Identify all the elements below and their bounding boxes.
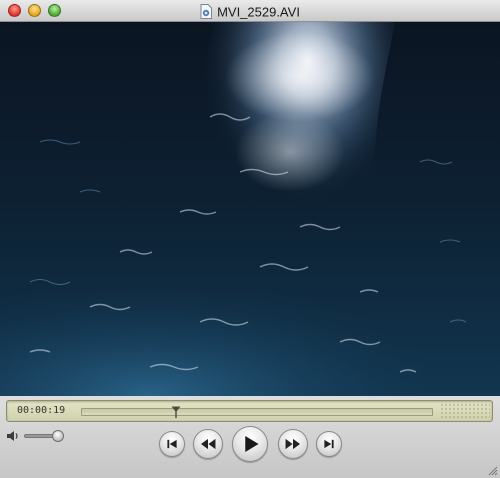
scrubber-track[interactable] [81,408,433,416]
window-title-area: MVI_2529.AVI [0,3,500,20]
rewind-button[interactable] [193,429,223,459]
controller-bar: 00:00:19 [0,396,500,478]
fast-forward-icon [285,438,300,450]
video-frame[interactable] [0,22,500,396]
title-bar[interactable]: MVI_2529.AVI [0,0,500,22]
playhead-marker[interactable] [171,406,181,418]
timecode-display: 00:00:19 [17,405,66,416]
skip-to-start-button[interactable] [159,431,185,457]
ocean-water-image [0,22,500,396]
movie-file-icon [200,4,213,20]
rewind-icon [201,438,216,450]
skip-to-end-button[interactable] [316,431,342,457]
play-button[interactable] [232,426,268,462]
skip-to-end-icon [324,439,334,449]
volume-icon[interactable] [6,430,20,442]
time-display-panel: 00:00:19 [6,400,493,422]
resize-grip-icon[interactable] [486,464,498,476]
lcd-texture [440,403,490,419]
play-icon [245,435,259,453]
fast-forward-button[interactable] [278,429,308,459]
volume-slider-knob[interactable] [52,430,64,442]
window-title: MVI_2529.AVI [217,4,300,20]
skip-to-start-icon [167,439,177,449]
quicktime-window: MVI_2529.AVI 00:00:19 [0,0,500,478]
